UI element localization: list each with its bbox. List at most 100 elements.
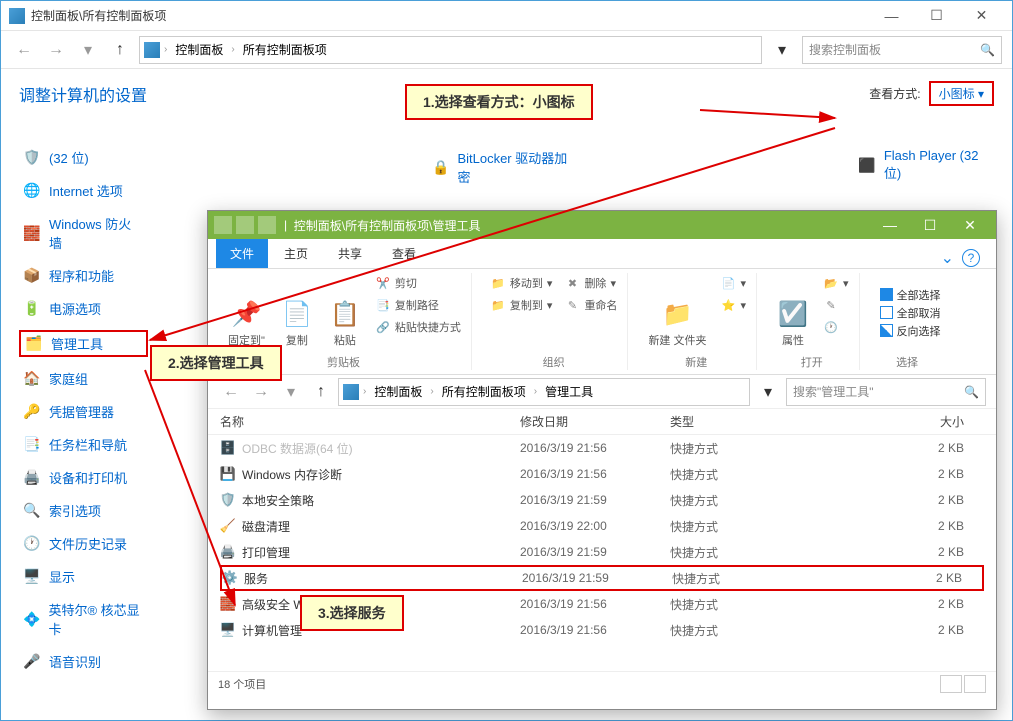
page-title: 调整计算机的设置 — [19, 82, 147, 106]
cp-item[interactable]: 🖨️设备和打印机 — [19, 466, 148, 489]
tab-share[interactable]: 共享 — [324, 239, 376, 268]
cp-item[interactable]: 🕐文件历史记录 — [19, 532, 148, 555]
inner-search-input[interactable]: 搜索"管理工具" 🔍 — [786, 378, 986, 406]
cp-item[interactable]: 💠英特尔® 核芯显卡 — [19, 598, 148, 640]
qat-separator: | — [284, 218, 287, 232]
minimize-button[interactable]: — — [869, 2, 914, 30]
history-button[interactable]: 🕐 — [819, 317, 853, 337]
tab-file[interactable]: 文件 — [216, 239, 268, 268]
column-type[interactable]: 类型 — [670, 413, 820, 430]
select-all-button[interactable]: 全部选择 — [880, 287, 941, 303]
organize-group-label: 组织 — [543, 352, 565, 370]
open-button[interactable]: 📂 ▾ — [819, 273, 853, 293]
cp-item[interactable]: 🔑凭据管理器 — [19, 400, 148, 423]
cp-item-label: 索引选项 — [49, 501, 101, 520]
new-folder-button[interactable]: 📁新建 文件夹 — [642, 273, 712, 352]
back-button[interactable]: ← — [11, 37, 37, 63]
tab-home[interactable]: 主页 — [270, 239, 322, 268]
inner-breadcrumb[interactable]: › 控制面板 › 所有控制面板项 › 管理工具 — [338, 378, 750, 406]
help-icon[interactable]: ? — [962, 249, 980, 267]
paste-button[interactable]: 📋粘贴 — [323, 273, 367, 352]
close-button[interactable]: ✕ — [959, 2, 1004, 30]
qat-icon[interactable] — [214, 216, 232, 234]
details-view-icon[interactable] — [940, 675, 962, 693]
recent-dropdown[interactable]: ▾ — [75, 37, 101, 63]
refresh-dropdown[interactable]: ▾ — [768, 36, 796, 64]
copyto-button[interactable]: 📁复制到 ▾ — [486, 295, 557, 315]
paste-shortcut-button[interactable]: 🔗粘贴快捷方式 — [371, 317, 465, 337]
column-name[interactable]: 名称 — [220, 413, 520, 430]
cut-button[interactable]: ✂️剪切 — [371, 273, 465, 293]
file-row[interactable]: 🗄️ODBC 数据源(64 位)2016/3/19 21:56快捷方式2 KB — [220, 435, 984, 461]
inner-refresh-dropdown[interactable]: ▾ — [754, 378, 782, 406]
breadcrumb-item[interactable]: 控制面板 — [171, 39, 227, 60]
cp-item-label: 显示 — [49, 567, 75, 586]
cp-item[interactable]: 🖥️显示 — [19, 565, 148, 588]
column-size[interactable]: 大小 — [820, 413, 984, 430]
moveto-button[interactable]: 📁移动到 ▾ — [486, 273, 557, 293]
properties-button[interactable]: ☑️属性 — [771, 273, 815, 352]
open-group-label: 打开 — [801, 352, 823, 370]
cp-item[interactable]: 📑任务栏和导航 — [19, 433, 148, 456]
delete-button[interactable]: ✖删除 ▾ — [560, 273, 621, 293]
file-row[interactable]: 🖨️打印管理2016/3/19 21:59快捷方式2 KB — [220, 539, 984, 565]
thumbnails-view-icon[interactable] — [964, 675, 986, 693]
file-row[interactable]: ⚙️服务2016/3/19 21:59快捷方式2 KB — [220, 565, 984, 591]
easy-access-button[interactable]: ⭐ ▾ — [717, 295, 751, 315]
inner-back-button[interactable]: ← — [218, 379, 244, 405]
ribbon-expand-icon[interactable]: ⌄ — [941, 248, 954, 268]
outer-breadcrumb[interactable]: › 控制面板 › 所有控制面板项 — [139, 36, 762, 64]
ribbon: 📌固定到" 📄复制 📋粘贴 ✂️剪切 📑复制路径 🔗粘贴快捷方式 剪贴板 📁移动… — [208, 269, 996, 375]
qat-icon[interactable] — [258, 216, 276, 234]
file-type: 快捷方式 — [670, 466, 820, 483]
cp-item[interactable]: ⬛Flash Player (32 位) — [854, 146, 994, 184]
column-date[interactable]: 修改日期 — [520, 413, 670, 430]
file-date: 2016/3/19 21:56 — [520, 623, 670, 637]
copy-button[interactable]: 📄复制 — [275, 273, 319, 352]
search-icon: 🔍 — [980, 43, 995, 57]
cp-item-icon: 🔍 — [23, 502, 41, 520]
cp-item[interactable]: 🧱Windows 防火墙 — [19, 212, 148, 254]
file-name: 计算机管理 — [242, 622, 302, 639]
cp-item[interactable]: 📦程序和功能 — [19, 264, 148, 287]
cp-item-label: 程序和功能 — [49, 266, 114, 285]
cp-item[interactable]: 🔒BitLocker 驱动器加密 — [428, 146, 574, 188]
cp-item[interactable]: 🌐Internet 选项 — [19, 179, 148, 202]
cp-item[interactable]: 🔋电源选项 — [19, 297, 148, 320]
inner-close-button[interactable]: ✕ — [950, 211, 990, 239]
cp-item-icon: 🔑 — [23, 403, 41, 421]
select-none-button[interactable]: 全部取消 — [880, 305, 941, 321]
forward-button[interactable]: → — [43, 37, 69, 63]
breadcrumb-item[interactable]: 所有控制面板项 — [239, 39, 331, 60]
maximize-button[interactable]: ☐ — [914, 2, 959, 30]
cp-item-label: 管理工具 — [51, 334, 103, 353]
cp-item[interactable]: 🛡️ (32 位) — [19, 146, 148, 169]
outer-search-input[interactable]: 搜索控制面板 🔍 — [802, 36, 1002, 64]
edit-button[interactable]: ✎ — [819, 295, 853, 315]
cp-item[interactable]: 🎤语音识别 — [19, 650, 148, 673]
inner-minimize-button[interactable]: — — [870, 211, 910, 239]
cp-item-label: Internet 选项 — [49, 181, 123, 200]
tab-view[interactable]: 查看 — [378, 239, 430, 268]
inner-up-button[interactable]: ↑ — [308, 379, 334, 405]
select-invert-button[interactable]: 反向选择 — [880, 323, 941, 339]
file-type: 快捷方式 — [670, 544, 820, 561]
file-row[interactable]: 🧹磁盘清理2016/3/19 22:00快捷方式2 KB — [220, 513, 984, 539]
inner-recent-dropdown[interactable]: ▾ — [278, 379, 304, 405]
cp-item[interactable]: 🗂️管理工具 — [19, 330, 148, 357]
copypath-button[interactable]: 📑复制路径 — [371, 295, 465, 315]
view-mode-dropdown[interactable]: 小图标 — [929, 81, 994, 106]
qat-icon[interactable] — [236, 216, 254, 234]
pin-button[interactable]: 📌固定到" — [222, 273, 271, 352]
cp-item[interactable]: 🏠家庭组 — [19, 367, 148, 390]
cp-item-label: 英特尔® 核芯显卡 — [48, 600, 144, 638]
inner-forward-button[interactable]: → — [248, 379, 274, 405]
rename-button[interactable]: ✎重命名 — [560, 295, 621, 315]
inner-maximize-button[interactable]: ☐ — [910, 211, 950, 239]
file-row[interactable]: 🛡️本地安全策略2016/3/19 21:59快捷方式2 KB — [220, 487, 984, 513]
file-date: 2016/3/19 22:00 — [520, 519, 670, 533]
cp-item[interactable]: 🔍 索引选项 — [19, 499, 148, 522]
new-item-button[interactable]: 📄 ▾ — [717, 273, 751, 293]
up-button[interactable]: ↑ — [107, 37, 133, 63]
file-row[interactable]: 💾Windows 内存诊断2016/3/19 21:56快捷方式2 KB — [220, 461, 984, 487]
